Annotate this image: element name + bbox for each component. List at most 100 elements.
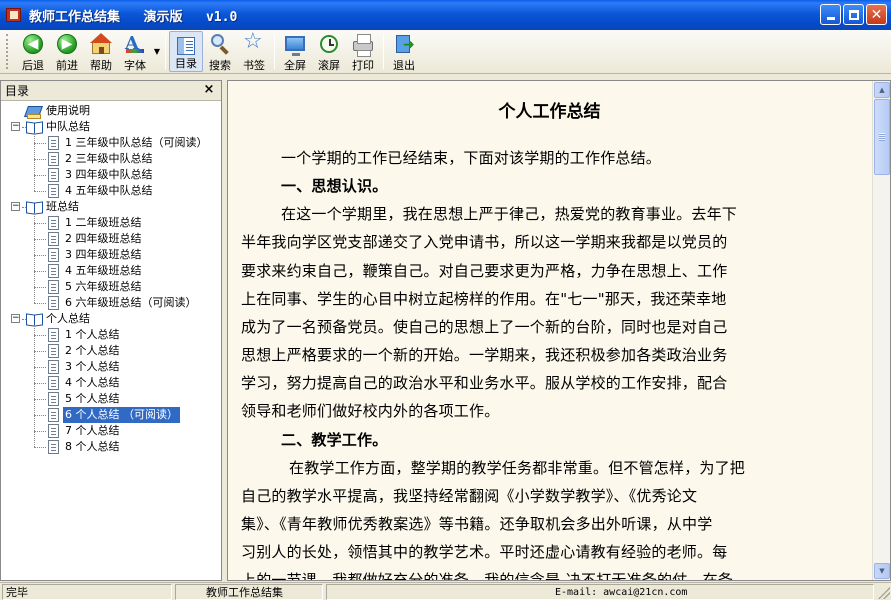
home-icon [90, 33, 112, 55]
vertical-scrollbar[interactable]: ▲ ▼ [872, 81, 890, 580]
tree-item-label: 3 四年级中队总结 [65, 167, 153, 183]
font-icon: A [124, 33, 146, 55]
tree-item-label: 4 个人总结 [65, 375, 120, 391]
document-title: 个人工作总结 [228, 97, 871, 122]
tree-connector [22, 319, 26, 320]
paragraph-line: 半年我向学区党支部递交了入党申请书，所以这一学期来我都是以党员的 [241, 231, 727, 252]
paragraph-line: 集》、《青年教师优秀教案选》等书籍。还争取机会多出外听课，从中学 [241, 513, 712, 534]
tree-connector [34, 367, 46, 368]
tree-item-label: 8 个人总结 [65, 439, 120, 455]
magnifier-icon [209, 33, 231, 55]
paragraph-line: 思想上严格要求的一个新的开始。一学期来，我还积极参加各类政治业务 [241, 344, 727, 365]
paragraph-line: 要求来约束自己，鞭策自己。对自己要求更为严格，力争在思想上、工作 [241, 260, 727, 281]
tree-folder-label: 中队总结 [46, 119, 90, 135]
document-icon [48, 440, 59, 454]
toolbar-separator [274, 34, 275, 69]
contents-header: 目录 × [1, 81, 221, 101]
document-icon [48, 424, 59, 438]
tree-connector [34, 431, 46, 432]
exit-button[interactable]: 退出 [387, 30, 421, 73]
back-arrow-icon: ◀ [22, 33, 44, 55]
fullscreen-label: 全屏 [284, 57, 306, 73]
document-icon [48, 152, 59, 166]
tree-item-label: 4 五年级班总结 [65, 263, 142, 279]
paragraph-line: 在这一个学期里，我在思想上严于律己，热爱党的教育事业。去年下 [241, 203, 737, 224]
maximize-icon [849, 10, 859, 20]
document-pane: 个人工作总结 一个学期的工作已经结束，下面对该学期的工作作总结。一、思想认识。在… [227, 80, 891, 581]
autoscroll-button[interactable]: 滚屏 [312, 30, 346, 73]
font-dropdown-arrow[interactable]: ▼ [152, 30, 162, 73]
maximize-button[interactable] [843, 4, 864, 25]
tree-connector [34, 335, 46, 336]
contents-pane: 目录 × 使用说明−中队总结1 三年级中队总结（可阅读）2 三年级中队总结3 四… [0, 80, 222, 581]
directory-icon [175, 35, 197, 53]
collapse-toggle[interactable]: − [11, 122, 20, 131]
tree-connector [34, 271, 46, 272]
tree-connector [34, 255, 46, 256]
chevron-down-icon: ▼ [154, 47, 160, 56]
tree-connector [34, 447, 46, 448]
tree-item-label: 使用说明 [46, 103, 90, 119]
document-icon [48, 168, 59, 182]
back-label: 后退 [22, 57, 44, 73]
toolbar-grip[interactable] [6, 34, 12, 69]
tree-connector [34, 383, 46, 384]
back-button[interactable]: ◀ 后退 [16, 30, 50, 73]
font-button[interactable]: A 字体 [118, 30, 152, 73]
collapse-toggle[interactable]: − [11, 202, 20, 211]
tree-item-label: 3 四年级班总结 [65, 247, 142, 263]
scroll-thumb[interactable] [874, 99, 890, 175]
bookmark-label: 书签 [243, 57, 265, 73]
directory-button[interactable]: 目录 [169, 31, 203, 72]
scroll-down-button[interactable]: ▼ [874, 563, 890, 579]
document-icon [48, 296, 59, 310]
exit-label: 退出 [393, 57, 415, 73]
tree-item-label: 2 四年级班总结 [65, 231, 142, 247]
help-label: 帮助 [90, 57, 112, 73]
directory-label: 目录 [175, 55, 197, 71]
tree-connector [34, 133, 35, 191]
close-icon: ✕ [871, 8, 883, 22]
tree-item-label: 5 个人总结 [65, 391, 120, 407]
open-book-icon [26, 120, 42, 133]
close-button[interactable]: ✕ [866, 4, 887, 25]
document-icon [48, 232, 59, 246]
tree-connector [34, 351, 46, 352]
minimize-icon [827, 17, 835, 20]
open-book-icon [26, 200, 42, 213]
print-button[interactable]: 打印 [346, 30, 380, 73]
tree-item-label: 4 五年级中队总结 [65, 183, 153, 199]
bookmark-button[interactable]: ☆ 书签 [237, 30, 271, 73]
document-icon [48, 264, 59, 278]
section-heading: 一、思想认识。 [241, 175, 387, 196]
status-app-name: 教师工作总结集 [175, 584, 323, 600]
collapse-toggle[interactable]: − [11, 314, 20, 323]
tree-item-label: 6 六年级班总结（可阅读） [65, 295, 197, 311]
tree-item-label: 3 个人总结 [65, 359, 120, 375]
contents-tree[interactable]: 使用说明−中队总结1 三年级中队总结（可阅读）2 三年级中队总结3 四年级中队总… [1, 101, 221, 455]
paragraph-line: 上的一节课，我都做好充分的准备，我的信念是-决不打无准备的仗。在备 [241, 569, 733, 580]
status-email: E-mail: awcai@21cn.com [326, 584, 874, 600]
search-button[interactable]: 搜索 [203, 30, 237, 73]
tree-connector [34, 175, 46, 176]
tree-item-help[interactable]: 使用说明 [1, 103, 221, 119]
fullscreen-button[interactable]: 全屏 [278, 30, 312, 73]
tree-connector [34, 287, 46, 288]
tree-folder-label: 个人总结 [46, 311, 90, 327]
tree-item-label: 6 个人总结 （可阅读） [63, 407, 180, 423]
tree-item-label: 1 二年级班总结 [65, 215, 142, 231]
resize-grip[interactable] [878, 587, 890, 599]
tree-connector [34, 239, 46, 240]
tree-item-label: 2 三年级中队总结 [65, 151, 153, 167]
paragraph-line: 一个学期的工作已经结束，下面对该学期的工作作总结。 [241, 147, 661, 168]
forward-button[interactable]: ▶ 前进 [50, 30, 84, 73]
chevron-up-icon: ▲ [879, 86, 884, 94]
help-button[interactable]: 帮助 [84, 30, 118, 73]
contents-close-button[interactable]: × [202, 83, 216, 97]
minimize-button[interactable] [820, 4, 841, 25]
scroll-up-button[interactable]: ▲ [874, 82, 890, 98]
tree-connector [34, 223, 46, 224]
paragraph-line: 自己的教学水平提高，我坚持经常翻阅《小学数学教学》、《优秀论文 [241, 485, 697, 506]
status-bar: 完毕 教师工作总结集 E-mail: awcai@21cn.com [0, 582, 891, 600]
open-book-icon [26, 312, 42, 325]
